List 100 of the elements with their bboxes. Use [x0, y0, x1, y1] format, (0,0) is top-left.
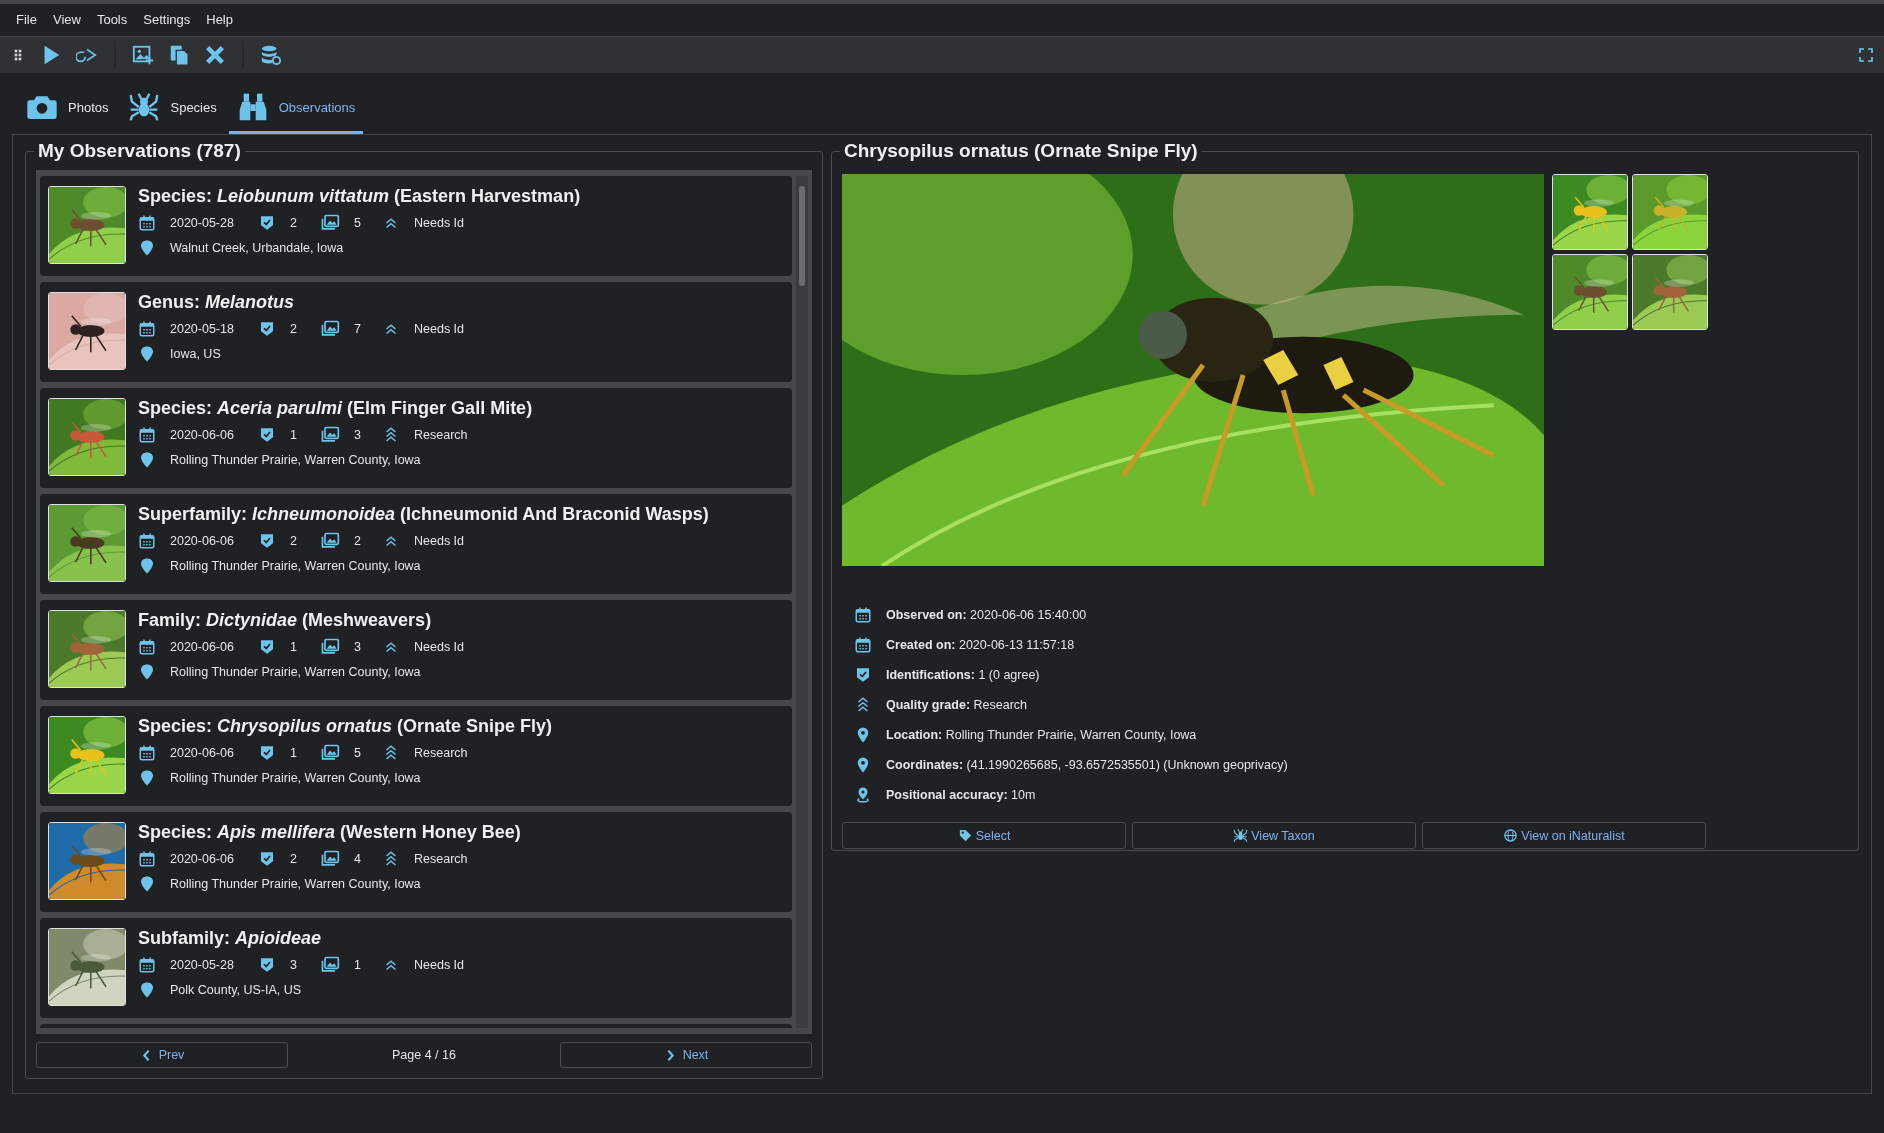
- calendar-icon: [138, 956, 156, 974]
- observation-card[interactable]: Species: Apis mellifera (Western Honey Bee) 2020-06-06 2 4 Research Rolling Thunder Prairie, Warren County, Iowa: [40, 812, 792, 912]
- observation-location: Rolling Thunder Prairie, Warren County, Iowa: [170, 665, 421, 679]
- action-button[interactable]: View Taxon: [1132, 822, 1416, 849]
- observation-date: 2020-06-06: [170, 428, 234, 442]
- tab[interactable]: Observations: [228, 87, 364, 134]
- pin-icon: [138, 557, 156, 575]
- menu-item[interactable]: File: [10, 10, 43, 36]
- detail-field: Observed on: 2020-06-06 15:40:00: [886, 608, 1087, 622]
- images-icon: [320, 213, 340, 233]
- check-shield-icon: [258, 214, 276, 232]
- identification-count: 2: [290, 534, 297, 548]
- menu-item[interactable]: Tools: [90, 10, 134, 36]
- check-shield-icon: [258, 744, 276, 762]
- observation-date: 2020-05-28: [170, 958, 234, 972]
- fullscreen-icon: [1858, 47, 1874, 63]
- observation-card[interactable]: Family: Dictynidae (Meshweavers) 2020-06-06 1 3 Needs Id Rolling Thunder Prairie, Warren County, Iowa: [40, 600, 792, 700]
- globe-icon: [1503, 828, 1519, 843]
- calendar-icon: [138, 426, 156, 444]
- observation-location: Rolling Thunder Prairie, Warren County, Iowa: [170, 453, 421, 467]
- observation-date: 2020-05-18: [170, 322, 234, 336]
- quality-grade: Research: [414, 852, 468, 866]
- photo-count: 3: [354, 640, 361, 654]
- images-icon: [320, 955, 340, 975]
- observation-date: 2020-06-06: [170, 746, 234, 760]
- calendar-icon: [138, 638, 156, 656]
- images-icon: [320, 849, 340, 869]
- action-button[interactable]: Select: [842, 822, 1126, 849]
- quality-grade: Needs Id: [414, 216, 465, 230]
- photo-count: 5: [354, 746, 361, 760]
- close-icon: [204, 44, 226, 66]
- quality-grade: Research: [414, 746, 468, 760]
- identification-count: 1: [290, 640, 297, 654]
- spider-icon: [128, 91, 161, 123]
- observation-location: Polk County, US-IA, US: [170, 983, 302, 997]
- quality-grade: Needs Id: [414, 640, 465, 654]
- pin-icon: [138, 769, 156, 787]
- detail-field: Created on: 2020-06-13 11:57:18: [886, 638, 1075, 652]
- tab[interactable]: Photos: [18, 87, 117, 134]
- quality-grade: Needs Id: [414, 958, 465, 972]
- observation-card[interactable]: Subfamily: Apioideae 2020-05-28 3 1 Needs Id Polk County, US-IA, US: [40, 918, 792, 1018]
- check-shield-icon: [258, 850, 276, 868]
- observation-location: Rolling Thunder Prairie, Warren County, Iowa: [170, 559, 421, 573]
- pin-icon: [138, 345, 156, 363]
- prev-button[interactable]: Prev: [36, 1042, 288, 1068]
- detail-field: Coordinates: (41.1990265685, -93.6572535501) (Unknown geoprivacy): [886, 758, 1288, 772]
- check-shield-icon: [258, 638, 276, 656]
- observation-date: 2020-06-06: [170, 640, 234, 654]
- identification-count: 3: [290, 958, 297, 972]
- images-icon: [320, 425, 340, 445]
- menu-item[interactable]: Help: [200, 10, 239, 36]
- observation-title: Superfamily: Ichneumonoidea (Ichneumonid And Braconid Wasps): [138, 504, 709, 525]
- calendar-icon: [138, 850, 156, 868]
- check-shield-icon: [258, 956, 276, 974]
- action-button[interactable]: View on iNaturalist: [1422, 822, 1706, 849]
- fullscreen-button[interactable]: [1856, 45, 1876, 65]
- observation-card[interactable]: Genus: Melanotus 2020-05-18 2 7 Needs Id Iowa, US: [40, 282, 792, 382]
- scrollbar[interactable]: [796, 176, 808, 1028]
- observation-location: Rolling Thunder Prairie, Warren County, Iowa: [170, 877, 421, 891]
- pin-icon: [138, 239, 156, 257]
- pin-accuracy-icon: [854, 786, 872, 804]
- photo-count: 7: [354, 322, 361, 336]
- check-shield-icon: [258, 320, 276, 338]
- next-button[interactable]: Next: [560, 1042, 812, 1068]
- photo-count: 1: [354, 958, 361, 972]
- observation-card[interactable]: Species: Aceria parulmi (Elm Finger Gall Mite) 2020-06-06 1 3 Research Rolling Thunder Prairie, Warren County, Iowa: [40, 388, 792, 488]
- add-image-icon: [132, 44, 154, 66]
- observation-title: Family: Dictynidae (Meshweavers): [138, 610, 433, 631]
- observation-date: 2020-06-06: [170, 852, 234, 866]
- detail-field: Quality grade: Research: [886, 698, 1028, 712]
- observation-location: Iowa, US: [170, 347, 221, 361]
- identification-count: 1: [290, 428, 297, 442]
- observation-date: 2020-06-06: [170, 534, 234, 548]
- observation-title: Species: Aceria parulmi (Elm Finger Gall Mite): [138, 398, 533, 419]
- observation-card[interactable]: Species: Chrysopilus ornatus (Ornate Snipe Fly) 2020-06-06 1 5 Research Rolling Thunder Prairie, Warren County, Iowa: [40, 706, 792, 806]
- photo-count: 4: [354, 852, 361, 866]
- observation-title: Genus: Melanotus: [138, 292, 296, 313]
- images-icon: [320, 637, 340, 657]
- page-indicator: Page 4 / 16: [391, 1048, 457, 1062]
- observation-title: Species: Chrysopilus ornatus (Ornate Snipe Fly): [138, 716, 553, 737]
- menu-item[interactable]: Settings: [137, 10, 197, 36]
- identification-count: 2: [290, 852, 297, 866]
- pin-icon: [138, 451, 156, 469]
- observation-location: Walnut Creek, Urbandale, Iowa: [170, 241, 344, 255]
- identification-count: 2: [290, 216, 297, 230]
- calendar-icon: [138, 214, 156, 232]
- pin-icon: [138, 663, 156, 681]
- tab[interactable]: Species: [120, 87, 225, 134]
- tag-icon: [957, 828, 973, 843]
- observation-card[interactable]: Species: Leiobunum vittatum (Eastern Harvestman) 2020-05-28 2 5 Needs Id Walnut Creek, Urbandale, Iowa: [40, 176, 792, 276]
- menu-item[interactable]: View: [46, 10, 87, 36]
- calendar-icon: [138, 744, 156, 762]
- images-icon: [320, 319, 340, 339]
- database-refresh-icon: [260, 44, 282, 66]
- quality-grade: Needs Id: [414, 322, 465, 336]
- check-shield-icon: [258, 532, 276, 550]
- observation-card[interactable]: Superfamily: Ichneumonoidea (Ichneumonid And Braconid Wasps) 2020-06-06 2 2 Needs Id Rolling Thunder Prairie, Warren County, Iowa: [40, 494, 792, 594]
- images-icon: [320, 531, 340, 551]
- observation-location: Rolling Thunder Prairie, Warren County, Iowa: [170, 771, 421, 785]
- copy-icon: [168, 44, 190, 66]
